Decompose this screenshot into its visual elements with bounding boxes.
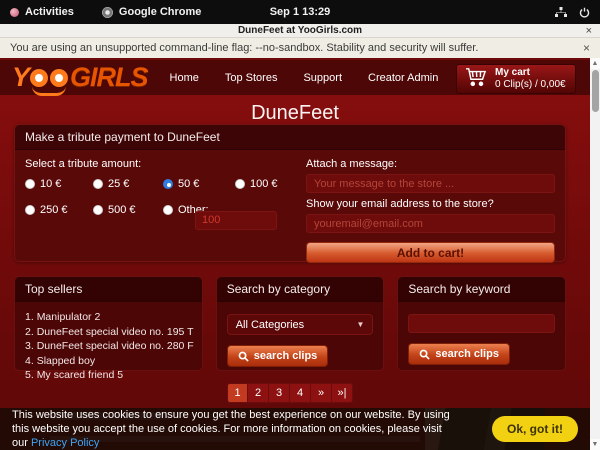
amount-label: Select a tribute amount: (25, 158, 290, 170)
message-label: Attach a message: (306, 158, 555, 170)
page-button-1[interactable]: 1 (227, 383, 248, 403)
top-sellers-header: Top sellers (15, 277, 202, 302)
pagination: 1 2 3 4 » »| (14, 383, 566, 403)
page-button-4[interactable]: 4 (290, 383, 311, 403)
cart-summary: 0 Clip(s) / 0,00€ (495, 79, 566, 92)
amount-option-50[interactable]: 50 € (163, 178, 235, 190)
scroll-down-icon[interactable]: ▼ (590, 439, 600, 450)
add-to-cart-button[interactable]: Add to cart! (306, 242, 555, 263)
yoogirls-logo[interactable]: Y GIRLS (12, 64, 148, 91)
top-seller-item[interactable]: Manipulator 2 (25, 311, 194, 323)
chrome-app-icon (102, 7, 113, 18)
cart-widget[interactable]: My cart 0 Clip(s) / 0,00€ (456, 64, 576, 94)
nav-top-stores[interactable]: Top Stores (225, 72, 278, 84)
top-sellers-list: Manipulator 2 DuneFeet special video no.… (15, 302, 202, 381)
nav-support[interactable]: Support (303, 72, 342, 84)
cart-title: My cart (495, 67, 566, 80)
other-amount-input[interactable] (195, 211, 277, 230)
keyword-input[interactable] (408, 314, 555, 333)
logo-girls: GIRLS (70, 64, 148, 91)
activities-button[interactable]: Activities (25, 6, 74, 18)
logo-o-icon (30, 69, 48, 87)
logo-smile-icon (32, 86, 66, 96)
window-close-icon[interactable]: × (586, 24, 592, 38)
radio-icon[interactable] (25, 205, 35, 215)
search-category-header: Search by category (217, 277, 384, 302)
radio-icon[interactable] (93, 179, 103, 189)
amount-option-500[interactable]: 500 € (93, 204, 163, 216)
top-seller-item[interactable]: My scared friend 5 (25, 369, 194, 381)
logo-y: Y (12, 64, 29, 91)
logo-o-icon (50, 69, 68, 87)
search-icon (238, 351, 249, 362)
cookie-accept-button[interactable]: Ok, got it! (492, 416, 578, 442)
top-sellers-panel: Top sellers Manipulator 2 DuneFeet speci… (14, 276, 203, 371)
search-clips-button-category[interactable]: search clips (227, 345, 329, 367)
page-button-last[interactable]: »| (332, 383, 353, 403)
recording-indicator-icon (10, 8, 19, 17)
cookie-message: This website uses cookies to ensure you … (12, 408, 452, 450)
page-viewport: Y GIRLS Home Top Stores Support Creator A… (0, 58, 590, 450)
page-button-next[interactable]: » (311, 383, 332, 403)
email-input[interactable] (306, 214, 555, 233)
chevron-down-icon: ▼ (356, 320, 364, 329)
search-clips-button-keyword[interactable]: search clips (408, 343, 510, 365)
page-button-2[interactable]: 2 (248, 383, 269, 403)
category-select[interactable]: All Categories ▼ (227, 314, 374, 335)
radio-icon[interactable] (163, 205, 173, 215)
email-label: Show your email address to the store? (306, 198, 555, 210)
search-icon (419, 349, 430, 360)
main-nav: Home Top Stores Support Creator Admin (170, 72, 439, 84)
flag-warning-text: You are using an unsupported command-lin… (10, 42, 478, 54)
radio-icon[interactable] (25, 179, 35, 189)
power-icon[interactable] (579, 7, 590, 18)
amount-option-100[interactable]: 100 € (235, 178, 297, 190)
site-header: Y GIRLS Home Top Stores Support Creator A… (0, 58, 590, 95)
browser-title-bar: DuneFeet at YooGirls.com × (0, 24, 600, 38)
flag-warning-bar: You are using an unsupported command-lin… (0, 38, 600, 58)
amount-option-250[interactable]: 250 € (25, 204, 93, 216)
radio-icon[interactable] (93, 205, 103, 215)
tab-title: DuneFeet at YooGirls.com (238, 25, 362, 36)
amount-option-10[interactable]: 10 € (25, 178, 93, 190)
message-input[interactable] (306, 174, 555, 193)
search-category-panel: Search by category All Categories ▼ sear… (216, 276, 385, 371)
warning-close-icon[interactable]: × (583, 41, 590, 55)
nav-home[interactable]: Home (170, 72, 199, 84)
scroll-up-icon[interactable]: ▲ (590, 58, 600, 69)
browser-scrollbar[interactable]: ▲ ▼ (590, 58, 600, 450)
radio-icon[interactable] (235, 179, 245, 189)
cookie-consent-bar: This website uses cookies to ensure you … (0, 408, 590, 450)
search-keyword-header: Search by keyword (398, 277, 565, 302)
tribute-panel: Make a tribute payment to DuneFeet Selec… (14, 124, 566, 262)
amount-option-25[interactable]: 25 € (93, 178, 163, 190)
system-top-bar: Activities Google Chrome Sep 1 13:29 (0, 0, 600, 24)
radio-icon[interactable] (163, 179, 173, 189)
top-seller-item[interactable]: Slapped boy (25, 355, 194, 367)
page-button-3[interactable]: 3 (269, 383, 290, 403)
scrollbar-thumb[interactable] (592, 70, 599, 112)
privacy-policy-link[interactable]: Privacy Policy (31, 437, 99, 449)
top-seller-item[interactable]: DuneFeet special video no. 195 T (25, 326, 194, 338)
top-seller-item[interactable]: DuneFeet special video no. 280 F (25, 340, 194, 352)
focused-app-menu[interactable]: Google Chrome (119, 6, 202, 18)
network-tree-icon[interactable] (555, 7, 567, 18)
nav-creator-admin[interactable]: Creator Admin (368, 72, 438, 84)
search-keyword-panel: Search by keyword search clips (397, 276, 566, 371)
cart-icon (465, 67, 487, 92)
tribute-panel-header: Make a tribute payment to DuneFeet (15, 125, 565, 150)
